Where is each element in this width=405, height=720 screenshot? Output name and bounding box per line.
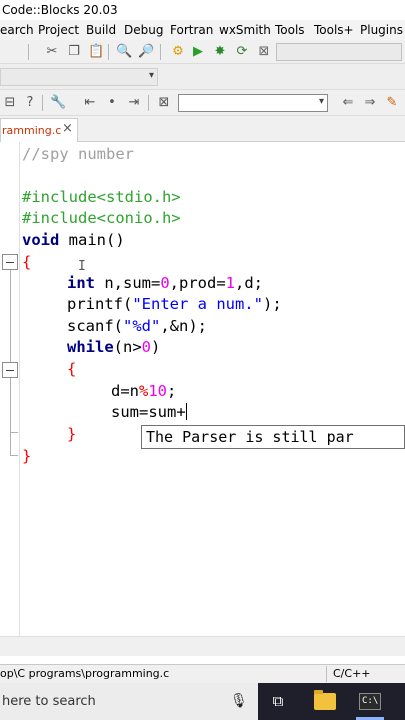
editor-tab-bar: ramming.c ×: [0, 116, 405, 142]
menu-debug[interactable]: Debug: [124, 23, 163, 37]
tab-programming-c[interactable]: ramming.c ×: [0, 118, 78, 142]
code-line-4: #include<conio.h>: [22, 209, 181, 227]
menu-toolsplus[interactable]: Tools+: [314, 23, 354, 37]
menu-bar: earch Project Build Debug Fortran wxSmit…: [0, 20, 405, 40]
menu-tools[interactable]: Tools: [275, 23, 305, 37]
code-line-6: {: [22, 253, 32, 271]
terminal-icon[interactable]: C:\: [359, 693, 381, 710]
parser-tooltip: The Parser is still par: [141, 425, 405, 449]
fold-line: [10, 270, 11, 364]
toolbar-separator: [28, 44, 29, 60]
chevron-down-icon: ▾: [148, 70, 154, 81]
play-icon[interactable]: ▶: [190, 44, 206, 60]
build-run-icon[interactable]: ✸: [212, 44, 228, 60]
text-caret: [185, 403, 187, 420]
taskbar-search-box[interactable]: here to search 🎙: [0, 683, 258, 720]
bookmark-dot-icon[interactable]: •: [104, 95, 120, 111]
code-line-12: d=n%10;: [111, 382, 177, 400]
highlight-pen-icon[interactable]: ✎: [384, 95, 400, 111]
code-line-10: while(n>0): [67, 338, 161, 356]
fold-line: [10, 378, 11, 456]
fold-marker[interactable]: [2, 362, 18, 378]
status-divider: [326, 666, 327, 682]
secondary-toolbar: ▾: [0, 64, 405, 90]
code-line-13: sum=sum+: [111, 403, 187, 421]
status-language: C/C++: [333, 667, 371, 680]
taskbar: here to search 🎙 ⧉ C:\: [0, 683, 405, 720]
toolbar-separator: [108, 44, 109, 60]
build-target-combo[interactable]: [276, 43, 402, 61]
debug-toolbar: ⊟ ? 🔧 ⇤ • ⇥ ⊠ ▾ ⇐ ⇒ ✎: [0, 90, 405, 116]
breakpoint-toggle-icon[interactable]: ⊟: [2, 95, 18, 111]
clear-icon[interactable]: ⊠: [156, 95, 172, 111]
copy-icon[interactable]: ❐: [66, 44, 82, 60]
code-line-14: }: [67, 425, 77, 443]
code-line-3: #include<stdio.h>: [22, 188, 181, 206]
menu-project[interactable]: Project: [38, 23, 79, 37]
code-editor[interactable]: //spy number #include<stdio.h> #include<…: [0, 142, 405, 636]
chevron-down-icon: ▾: [318, 96, 324, 107]
prev-bookmark-icon[interactable]: ⇤: [82, 95, 98, 111]
close-icon[interactable]: ×: [62, 121, 73, 136]
code-line-11: {: [67, 360, 77, 378]
scissors-icon[interactable]: ✂: [44, 44, 60, 60]
back-arrow-icon[interactable]: ⇐: [340, 95, 356, 111]
toolbar-separator: [160, 44, 161, 60]
file-explorer-icon[interactable]: [314, 690, 336, 710]
toolbar-separator: [42, 95, 43, 111]
horizontal-scrollbar[interactable]: [0, 636, 405, 656]
scope-combo[interactable]: ▾: [0, 68, 158, 86]
toolbar-separator: [148, 95, 149, 111]
replace-icon[interactable]: 🔎: [138, 44, 154, 60]
mouse-ibeam-cursor: I: [78, 259, 86, 274]
window-title: Code::Blocks 20.03: [0, 0, 405, 20]
code-line-7: int n,sum=0,prod=1,d;: [67, 274, 264, 292]
fold-end: [10, 455, 18, 456]
fold-marker[interactable]: [2, 254, 18, 270]
next-bookmark-icon[interactable]: ⇥: [126, 95, 142, 111]
code-line-9: scanf("%d",&n);: [67, 317, 207, 335]
forward-arrow-icon[interactable]: ⇒: [362, 95, 378, 111]
code-line-8: printf("Enter a num.");: [67, 295, 282, 313]
help-icon[interactable]: ?: [22, 95, 38, 111]
menu-plugins[interactable]: Plugins: [360, 23, 403, 37]
code-line-1: //spy number: [22, 145, 134, 163]
menu-build[interactable]: Build: [86, 23, 116, 37]
symbol-combo[interactable]: ▾: [178, 94, 328, 112]
paste-icon[interactable]: 📋: [88, 44, 104, 60]
microphone-icon[interactable]: 🎙: [230, 693, 248, 711]
menu-search[interactable]: earch: [0, 23, 34, 37]
task-view-icon[interactable]: ⧉: [268, 692, 288, 712]
gear-icon[interactable]: ⚙: [170, 44, 186, 60]
fold-margin: [19, 142, 20, 636]
wrench-icon[interactable]: 🔧: [50, 95, 66, 111]
menu-fortran[interactable]: Fortran: [170, 23, 213, 37]
tab-label: ramming.c: [2, 124, 62, 137]
code-line-5: void main(): [22, 231, 125, 249]
menu-wxsmith[interactable]: wxSmith: [219, 23, 271, 37]
find-icon[interactable]: 🔍: [116, 44, 132, 60]
rebuild-icon[interactable]: ⟳: [234, 44, 250, 60]
search-placeholder: here to search: [2, 694, 96, 709]
fold-end: [10, 432, 18, 433]
main-toolbar: ✂ ❐ 📋 🔍 🔎 ⚙ ▶ ✸ ⟳ ⊠: [0, 40, 405, 64]
stop-icon[interactable]: ⊠: [256, 44, 272, 60]
code-line-15: }: [22, 447, 32, 465]
status-bar: op\C programs\programming.c C/C++: [0, 664, 405, 683]
status-file-path: op\C programs\programming.c: [0, 667, 170, 680]
